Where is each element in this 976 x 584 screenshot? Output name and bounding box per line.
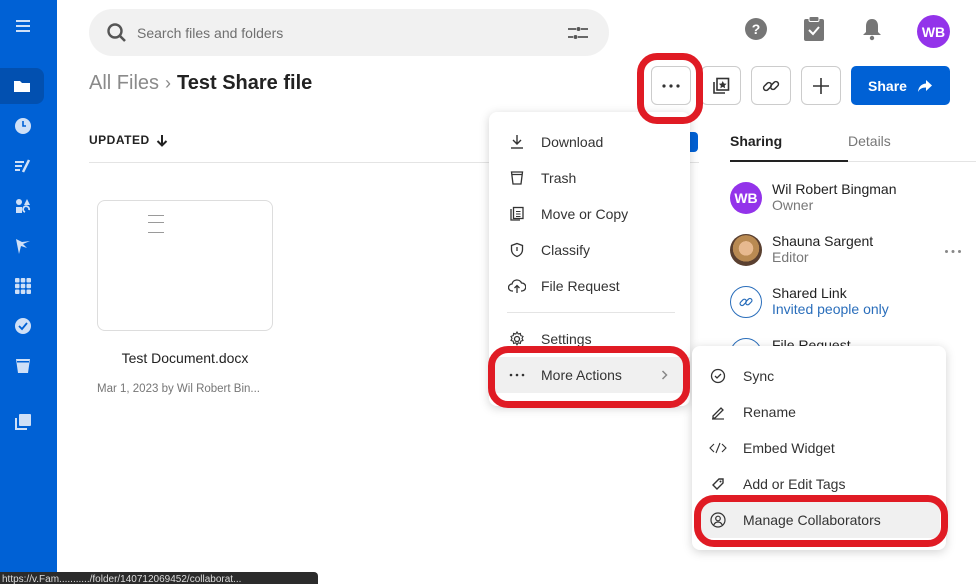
collaborator-role: Owner <box>772 197 814 213</box>
sidebar-item-all-files[interactable] <box>0 68 44 104</box>
download-icon <box>507 132 527 152</box>
svg-text:?: ? <box>752 21 761 37</box>
file-meta: Mar 1, 2023 by Wil Robert Bin... <box>97 383 260 395</box>
collaborator-name: Wil Robert Bingman <box>772 181 897 197</box>
link-icon <box>762 80 780 91</box>
sync-icon <box>708 366 728 386</box>
add-to-collection-button[interactable] <box>701 66 741 105</box>
upload-cloud-icon <box>507 276 527 296</box>
sidebar-item-tasks[interactable] <box>0 308 45 344</box>
page-title: Test Share file <box>177 72 313 94</box>
bell-icon[interactable] <box>859 16 885 42</box>
plus-icon <box>813 77 829 94</box>
thumb-line <box>148 222 164 223</box>
collection-star-icon <box>713 77 730 94</box>
copy-link-button[interactable] <box>751 66 791 105</box>
share-button-label: Share <box>868 77 907 94</box>
file-name[interactable]: Test Document.docx <box>97 350 273 366</box>
menu-divider <box>507 312 675 313</box>
breadcrumb-separator: › <box>165 73 172 93</box>
menu-item-manage-collaborators[interactable]: Manage Collaborators <box>698 502 940 538</box>
menu-icon[interactable] <box>0 8 45 44</box>
user-avatar[interactable]: WB <box>917 15 950 48</box>
clipboard-check-icon[interactable] <box>801 16 827 42</box>
menu-item-classify[interactable]: Classify <box>489 232 690 268</box>
status-bar-url: https://v.Fam.........../folder/14071206… <box>0 572 318 584</box>
notes-icon <box>14 159 30 173</box>
link-icon <box>730 286 762 318</box>
sidebar-item-apps[interactable] <box>0 268 45 304</box>
sort-updated[interactable]: UPDATED <box>89 133 168 147</box>
more-icon <box>507 365 527 385</box>
thumb-line <box>148 215 164 216</box>
user-circle-icon <box>708 510 728 530</box>
sidebar-item-relay[interactable] <box>0 188 45 224</box>
trash-icon <box>15 359 30 373</box>
sidebar-item-recents[interactable] <box>0 108 45 144</box>
thumb-line <box>148 232 164 233</box>
filter-icon[interactable] <box>567 24 589 42</box>
shared-link-access[interactable]: Invited people only <box>772 301 889 317</box>
menu-item-trash[interactable]: Trash <box>489 160 690 196</box>
more-actions-submenu: Sync Rename Embed Widget Add or Edit Tag… <box>692 346 946 550</box>
sidebar <box>0 0 57 581</box>
file-thumbnail[interactable] <box>97 200 273 331</box>
search-bar <box>89 9 609 56</box>
search-input[interactable] <box>137 19 557 46</box>
menu-item-tags[interactable]: Add or Edit Tags <box>692 466 946 502</box>
sidebar-item-canvas[interactable] <box>0 228 45 264</box>
sidebar-item-trash[interactable] <box>0 348 45 384</box>
folder-icon <box>14 81 30 92</box>
avatar: WB <box>730 182 762 214</box>
trash-icon <box>507 168 527 188</box>
breadcrumb-all-files[interactable]: All Files <box>89 72 159 95</box>
active-tab-indicator <box>730 160 848 162</box>
menu-item-download[interactable]: Download <box>489 124 690 160</box>
menu-item-file-request[interactable]: File Request <box>489 268 690 304</box>
sort-label: UPDATED <box>89 133 150 147</box>
tab-details[interactable]: Details <box>848 133 891 149</box>
breadcrumb: All Files › Test Share file <box>89 72 312 95</box>
menu-item-more-actions[interactable]: More Actions <box>489 357 690 393</box>
gear-icon <box>507 329 527 349</box>
grid-icon <box>14 278 31 294</box>
tab-sharing[interactable]: Sharing <box>730 133 782 149</box>
menu-item-rename[interactable]: Rename <box>692 394 946 430</box>
more-icon <box>662 83 680 88</box>
menu-item-sync[interactable]: Sync <box>692 358 946 394</box>
context-menu: Download Trash Move or Copy Classify Fil… <box>489 112 690 406</box>
code-icon <box>708 438 728 458</box>
collaborator-more-icon[interactable] <box>944 249 962 254</box>
avatar-photo <box>730 234 762 266</box>
shared-link-title: Shared Link <box>772 285 847 301</box>
collections-icon <box>14 414 31 430</box>
arrow-down-icon <box>156 134 167 147</box>
check-circle-icon <box>14 318 31 334</box>
canvas-icon <box>15 239 30 254</box>
collaborator-role: Editor <box>772 249 809 265</box>
chevron-right-icon <box>661 370 668 380</box>
apps-icon <box>15 199 30 213</box>
collaborator-name: Shauna Sargent <box>772 233 874 249</box>
search-icon[interactable] <box>106 22 128 44</box>
help-icon[interactable]: ? <box>743 16 769 42</box>
tag-icon <box>708 474 728 494</box>
move-copy-icon <box>507 204 527 224</box>
menu-item-settings[interactable]: Settings <box>489 321 690 357</box>
pencil-icon <box>708 402 728 422</box>
more-options-button[interactable] <box>651 66 691 105</box>
clock-icon <box>14 118 31 134</box>
share-button[interactable]: Share <box>851 66 950 105</box>
sidebar-item-collections[interactable] <box>0 404 45 440</box>
menu-item-move-copy[interactable]: Move or Copy <box>489 196 690 232</box>
share-arrow-icon <box>917 79 932 92</box>
sidebar-item-notes[interactable] <box>0 148 45 184</box>
menu-item-embed-widget[interactable]: Embed Widget <box>692 430 946 466</box>
shield-icon <box>507 240 527 260</box>
new-button[interactable] <box>801 66 841 105</box>
